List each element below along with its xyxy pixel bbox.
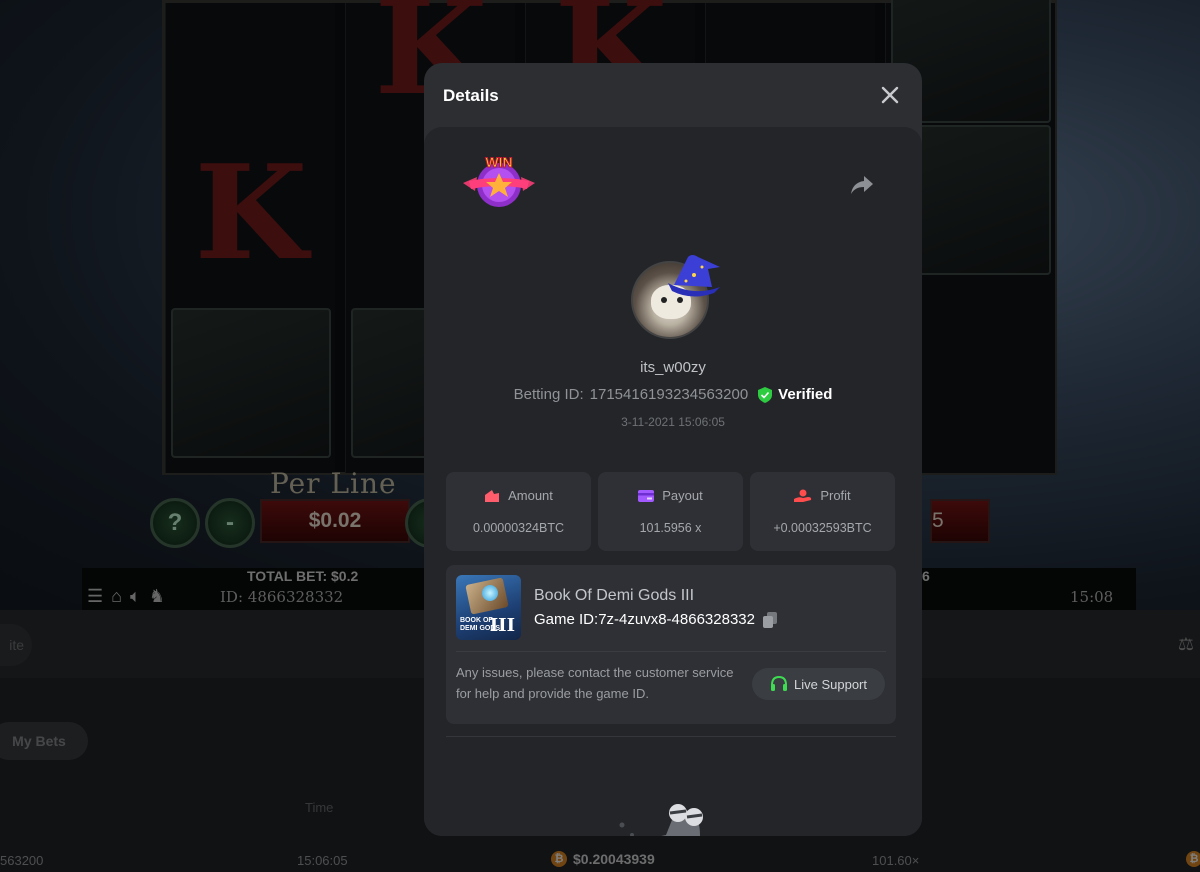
payout-value: 101.5956 x <box>639 521 702 535</box>
verified-label: Verified <box>778 386 833 403</box>
payout-label: Payout <box>662 488 703 503</box>
copy-icon[interactable] <box>762 611 777 628</box>
hand-coin-icon <box>794 489 812 502</box>
game-id-value: 7z-4zuvx8-4866328332 <box>598 611 755 628</box>
wizard-hat-icon <box>664 253 724 301</box>
game-info-card: BOOK OF DEMI GODS III Book Of Demi Gods … <box>446 565 896 724</box>
divider <box>446 736 896 737</box>
close-icon[interactable] <box>878 83 902 107</box>
divider <box>456 651 886 652</box>
betting-id-value: 1715416193234563200 <box>589 386 749 403</box>
card-icon <box>638 489 655 502</box>
verified-shield-icon <box>758 386 773 403</box>
live-support-button[interactable]: Live Support <box>752 668 885 700</box>
amount-value: 0.00000324BTC <box>472 521 565 535</box>
profit-value: +0.00032593BTC <box>773 521 872 535</box>
live-support-label: Live Support <box>794 676 867 692</box>
support-message: Any issues, please contact the customer … <box>456 665 734 701</box>
wallet-icon <box>485 489 500 502</box>
profit-label: Profit <box>820 488 851 503</box>
bet-date: 3-11-2021 15:06:05 <box>621 415 725 429</box>
amount-card: Amount 0.00000324BTC <box>446 472 591 551</box>
game-id-row: Game ID:7z-4zuvx8-4866328332 <box>534 611 777 628</box>
betting-id-label: Betting ID: <box>513 386 584 403</box>
game-thumbnail[interactable]: BOOK OF DEMI GODS III <box>456 575 521 640</box>
profit-card: Profit +0.00032593BTC <box>750 472 895 551</box>
win-badge-icon: WIN <box>461 153 537 213</box>
username: its_w00zy <box>640 359 706 376</box>
share-icon[interactable] <box>850 175 874 195</box>
modal-body: WIN its_w00zy Betting ID: 17154161932345… <box>424 127 922 836</box>
game-id-label: Game ID: <box>534 611 599 628</box>
headset-icon <box>771 675 787 691</box>
betting-id-row: Betting ID: 1715416193234563200 Verified <box>424 386 922 403</box>
payout-card: Payout 101.5956 x <box>598 472 743 551</box>
bet-details-modal: Details WIN its_w00zy Betting ID: 171541… <box>424 63 922 836</box>
modal-header: Details <box>424 63 922 127</box>
modal-title: Details <box>443 86 499 105</box>
svg-text:WIN: WIN <box>485 154 512 170</box>
crocodile-mascot-icon <box>608 799 728 836</box>
game-name[interactable]: Book Of Demi Gods III <box>534 587 694 605</box>
amount-label: Amount <box>508 488 553 503</box>
